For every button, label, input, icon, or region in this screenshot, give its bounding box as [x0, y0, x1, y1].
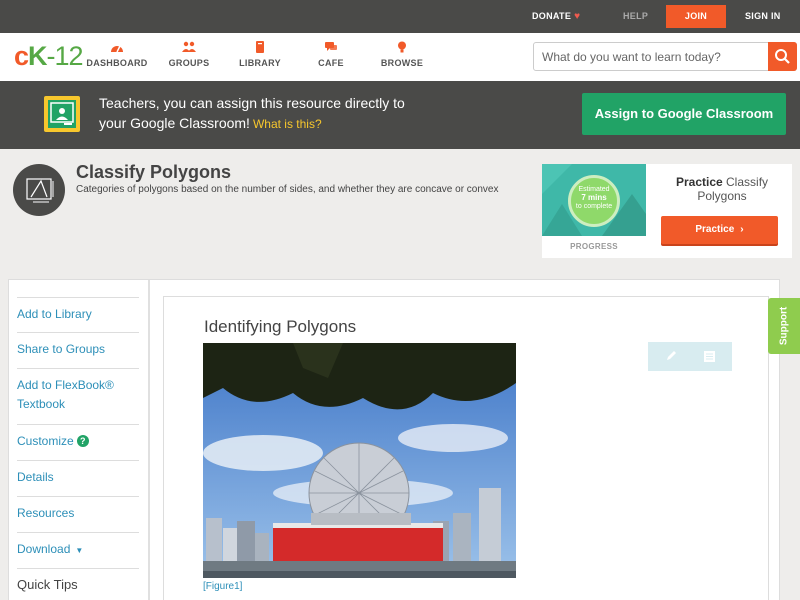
cafe-icon	[325, 42, 337, 51]
library-icon	[256, 41, 264, 53]
practice-button[interactable]: Practice ›	[661, 216, 778, 244]
sidebar-details[interactable]: Details	[17, 461, 139, 497]
practice-card: Estimated 7 mins to complete PROGRESS Pr…	[542, 164, 792, 258]
support-tab[interactable]: Support	[768, 298, 800, 354]
sidebar-add-to-library[interactable]: Add to Library	[17, 297, 139, 333]
estimated-time-badge: Estimated 7 mins to complete	[568, 175, 620, 227]
progress-graphic: Estimated 7 mins to complete	[542, 164, 646, 236]
search-button[interactable]	[768, 42, 797, 71]
help-icon[interactable]: ?	[76, 435, 89, 447]
progress-label: PROGRESS	[570, 242, 618, 251]
polygon-concept-icon	[13, 164, 65, 216]
content-toolbar	[648, 342, 732, 371]
help-link[interactable]: HELP	[623, 0, 648, 33]
nav-groups[interactable]: GROUPS	[154, 41, 224, 68]
ck12-logo[interactable]: cK-12	[14, 41, 84, 72]
what-is-this-link[interactable]: What is this?	[253, 117, 322, 131]
signin-link[interactable]: SIGN IN	[745, 0, 781, 33]
sidebar-customize[interactable]: Customize?	[17, 425, 139, 461]
main-content: Add to Library Share to Groups Add to Fl…	[8, 279, 780, 600]
search-icon	[775, 49, 790, 64]
main-navbar: cK-12 DASHBOARD GROUPS LIBRARY CAFE BROW…	[0, 33, 800, 81]
lesson-content: Identifying Polygons [Figure1]	[163, 296, 769, 600]
top-bar: DONATE ♥ HELP JOIN SIGN IN	[0, 0, 800, 33]
sidebar-download[interactable]: Download ▼	[17, 533, 139, 569]
figure-caption[interactable]: [Figure1]	[203, 581, 242, 592]
classroom-message: Teachers, you can assign this resource d…	[99, 95, 405, 131]
notes-icon[interactable]	[703, 350, 716, 363]
sidebar-add-to-flexbook[interactable]: Add to FlexBook® Textbook	[17, 369, 139, 425]
sidebar-share-to-groups[interactable]: Share to Groups	[17, 333, 139, 369]
quick-tips-heading: Quick Tips	[17, 577, 78, 592]
nav-browse[interactable]: BROWSE	[367, 41, 437, 68]
concept-title: Classify Polygons	[76, 162, 232, 182]
search-box	[533, 42, 797, 71]
browse-icon	[398, 41, 406, 53]
section-title: Identifying Polygons	[204, 317, 357, 336]
search-input[interactable]	[542, 43, 762, 70]
assign-google-classroom-button[interactable]: Assign to Google Classroom	[582, 93, 786, 135]
sidebar: Add to Library Share to Groups Add to Fl…	[9, 280, 150, 600]
google-classroom-icon	[44, 96, 80, 132]
heart-icon: ♥	[574, 11, 581, 22]
donate-link[interactable]: DONATE ♥	[532, 0, 580, 33]
nav-cafe[interactable]: CAFE	[296, 41, 366, 68]
sidebar-resources[interactable]: Resources	[17, 497, 139, 533]
nav-dashboard[interactable]: DASHBOARD	[82, 41, 152, 68]
groups-icon	[182, 41, 196, 52]
pencil-icon[interactable]	[665, 350, 677, 362]
classroom-banner: Teachers, you can assign this resource d…	[0, 81, 800, 149]
caret-down-icon: ▼	[75, 546, 84, 555]
practice-title: Practice Classify Polygons	[675, 175, 769, 203]
geodesic-dome-photo	[203, 343, 516, 578]
dashboard-icon	[111, 45, 123, 53]
chevron-right-icon: ›	[740, 224, 744, 235]
join-button[interactable]: JOIN	[666, 5, 726, 28]
concept-description: Categories of polygons based on the numb…	[76, 184, 499, 195]
nav-library[interactable]: LIBRARY	[225, 41, 295, 68]
